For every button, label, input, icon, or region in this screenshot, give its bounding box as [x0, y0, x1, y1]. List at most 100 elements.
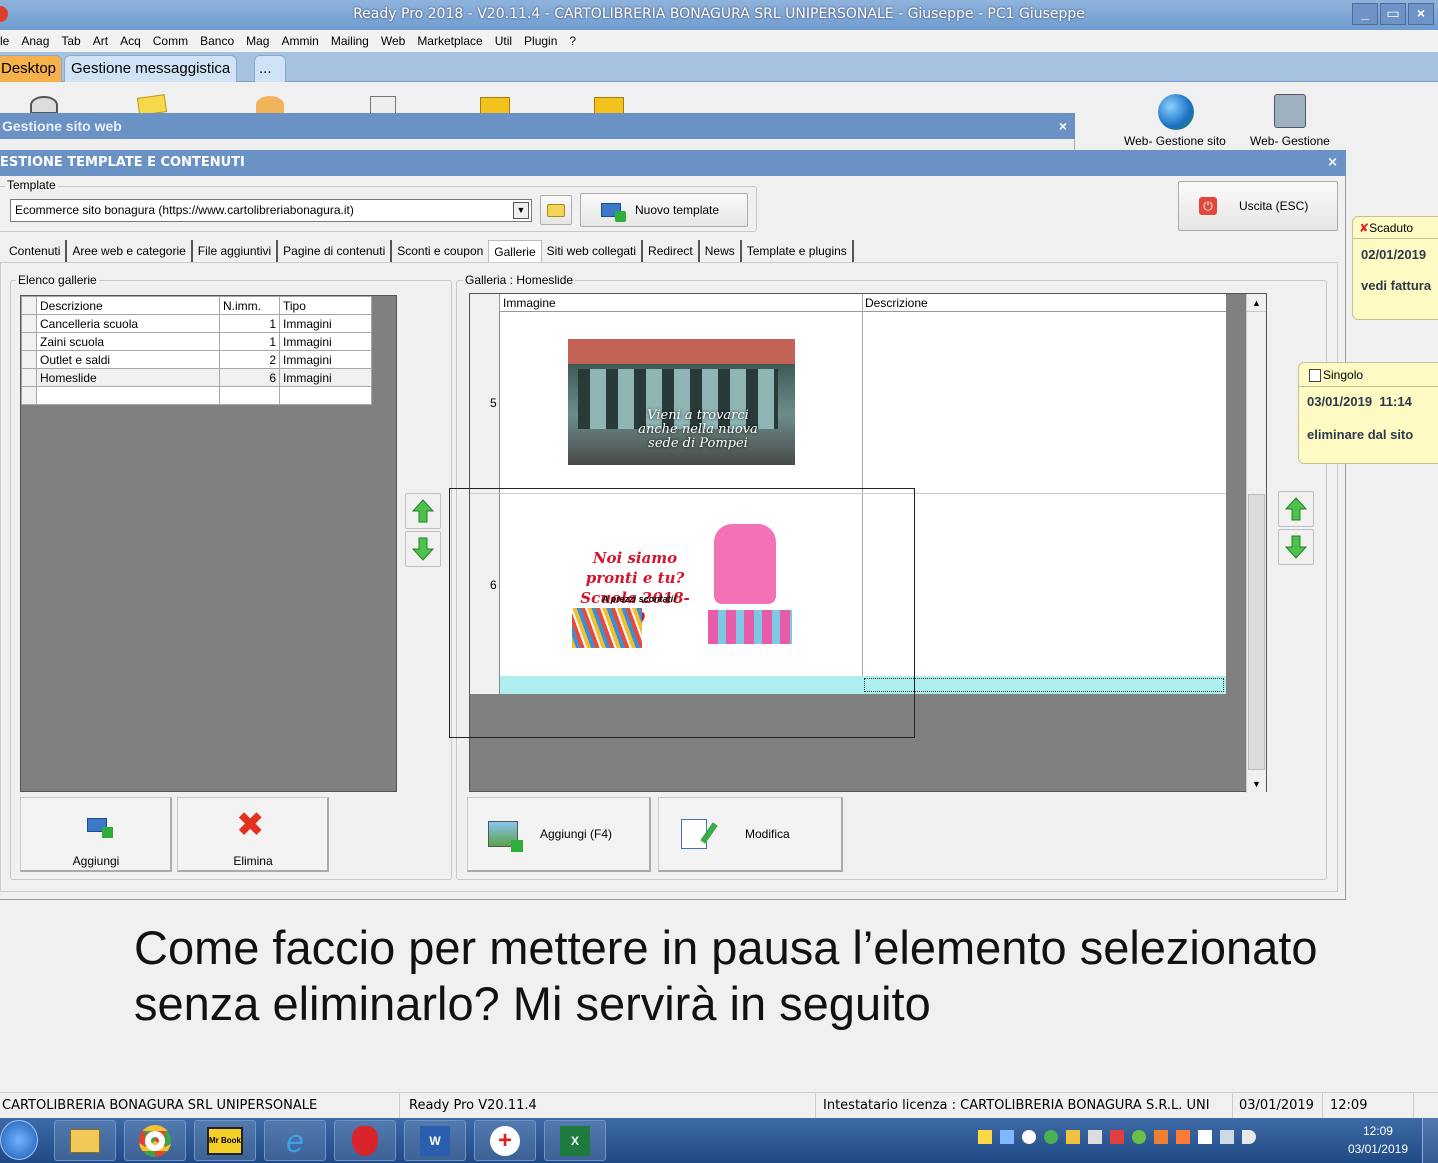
table-row[interactable]: 5 Vieni a trovarci anche nella nuova sed… — [470, 312, 1226, 494]
delete-gallery-button[interactable]: ✖ Elimina — [177, 797, 329, 872]
menu-item[interactable]: Web — [381, 34, 405, 48]
cell-type[interactable]: Immagini — [279, 350, 372, 369]
sticky-note[interactable]: ✘Scaduto 02/01/2019 vedi fattura — [1352, 216, 1438, 320]
show-desktop-button[interactable] — [1422, 1118, 1438, 1163]
menu-item[interactable]: ? — [569, 34, 576, 48]
tray-icon[interactable] — [1066, 1130, 1080, 1144]
globe-icon[interactable] — [1158, 94, 1194, 130]
tab-gallerie[interactable]: Gallerie — [488, 240, 542, 264]
menu-item[interactable]: Plugin — [524, 34, 557, 48]
tab-desktop[interactable]: Desktop — [0, 55, 62, 82]
open-folder-button[interactable] — [540, 195, 572, 225]
taskbar-chrome[interactable] — [124, 1120, 186, 1161]
network-icon[interactable] — [1220, 1130, 1234, 1144]
tray-icon[interactable] — [1110, 1130, 1124, 1144]
volume-icon[interactable] — [1242, 1130, 1256, 1144]
tray-icon[interactable] — [1176, 1130, 1190, 1144]
template-select[interactable]: Ecommerce sito bonagura (https://www.car… — [10, 199, 532, 222]
image-move-down-button[interactable] — [1278, 529, 1314, 565]
tab-news[interactable]: News — [700, 240, 742, 264]
list-icon[interactable] — [370, 96, 396, 114]
cell-type[interactable]: Immagini — [279, 368, 372, 387]
column-header[interactable]: Immagine — [503, 296, 556, 310]
menu-item[interactable]: Util — [495, 34, 512, 48]
tab-aree-web[interactable]: Aree web e categorie — [67, 240, 193, 264]
tray-icon[interactable] — [1132, 1130, 1146, 1144]
menu-item[interactable]: Acq — [120, 34, 141, 48]
user-icon[interactable] — [256, 96, 284, 114]
taskbar-excel[interactable]: X — [544, 1120, 606, 1161]
tab-contenuti[interactable]: Contenuti — [0, 240, 68, 264]
new-template-button[interactable]: Nuovo template — [580, 193, 748, 227]
tab-more[interactable]: ... — [254, 55, 286, 82]
move-down-button[interactable] — [405, 531, 441, 567]
tab-gestione-messaggistica[interactable]: Gestione messaggistica — [64, 55, 238, 82]
box-icon[interactable] — [594, 97, 624, 114]
move-up-button[interactable] — [405, 493, 441, 529]
close-icon[interactable]: × — [1327, 150, 1338, 176]
minimize-button[interactable]: _ — [1352, 3, 1378, 25]
menu-item[interactable]: Comm — [153, 34, 188, 48]
menu-item[interactable]: Marketplace — [417, 34, 482, 48]
menu-item[interactable]: Tab — [61, 34, 80, 48]
taskbar-strawberry[interactable] — [334, 1120, 396, 1161]
taskbar-mrbook[interactable]: Mr Book — [194, 1120, 256, 1161]
menu-item[interactable]: Art — [93, 34, 108, 48]
start-button[interactable] — [0, 1120, 38, 1160]
taskbar-clock[interactable]: 12:09 03/01/2019 — [1348, 1122, 1408, 1158]
menu-item[interactable]: le — [0, 34, 9, 48]
close-icon[interactable]: × — [1059, 113, 1067, 139]
cell-count[interactable]: 2 — [219, 350, 280, 369]
cell-name[interactable]: Zaini scuola — [36, 332, 220, 351]
image-move-up-button[interactable] — [1278, 491, 1314, 527]
tray-icon[interactable] — [1154, 1130, 1168, 1144]
menu-item[interactable]: Mag — [246, 34, 269, 48]
tab-sconti-coupon[interactable]: Sconti e coupon — [392, 240, 488, 264]
table-row-selected[interactable]: Homeslide 6 Immagini — [21, 368, 372, 387]
flag-icon[interactable] — [1198, 1130, 1212, 1144]
tab-redirect[interactable]: Redirect — [643, 240, 700, 264]
tab-pagine-contenuti[interactable]: Pagine di contenuti — [278, 240, 393, 264]
cell-type[interactable]: Immagini — [279, 332, 372, 351]
desktop-icon-label[interactable]: Web- Gestione sito — [1124, 134, 1226, 148]
tab-siti-collegati[interactable]: Siti web collegati — [542, 240, 644, 264]
taskbar-ie[interactable]: e — [264, 1120, 326, 1161]
taskbar-word[interactable]: W — [404, 1120, 466, 1161]
cell-count[interactable]: 1 — [219, 314, 280, 333]
cell-count[interactable]: 6 — [219, 368, 280, 387]
column-header[interactable]: N.imm. — [219, 296, 280, 315]
menu-item[interactable]: Anag — [21, 34, 49, 48]
tray-icon[interactable] — [1088, 1130, 1102, 1144]
column-header[interactable]: Descrizione — [36, 296, 220, 315]
desktop-icon-label[interactable]: Web- Gestione — [1250, 134, 1330, 148]
box-icon[interactable] — [480, 97, 510, 114]
menu-item[interactable]: Ammin — [281, 34, 318, 48]
scroll-up-icon[interactable]: ▲ — [1247, 294, 1266, 312]
storefront-image[interactable]: Vieni a trovarci anche nella nuova sede … — [568, 339, 795, 465]
scroll-down-icon[interactable]: ▼ — [1247, 775, 1266, 793]
tray-icon[interactable] — [978, 1130, 992, 1144]
table-row[interactable]: Cancelleria scuola 1 Immagini — [21, 314, 372, 333]
tray-icon[interactable] — [1044, 1130, 1058, 1144]
cell-name[interactable]: Homeslide — [36, 368, 220, 387]
cell-name[interactable]: Outlet e saldi — [36, 350, 220, 369]
clock-icon[interactable] — [30, 96, 58, 114]
menu-item[interactable]: Mailing — [331, 34, 369, 48]
taskbar-explorer[interactable] — [54, 1120, 116, 1161]
menu-item[interactable]: Banco — [200, 34, 234, 48]
edit-image-button[interactable]: Modifica — [658, 797, 843, 872]
table-row[interactable]: Zaini scuola 1 Immagini — [21, 332, 372, 351]
exit-button[interactable]: ⏻ Uscita (ESC) — [1178, 181, 1338, 231]
tray-icon[interactable] — [1000, 1130, 1014, 1144]
column-header[interactable]: Tipo — [279, 296, 372, 315]
cell-type[interactable]: Immagini — [279, 314, 372, 333]
vertical-scrollbar[interactable]: ▲ ▼ — [1246, 294, 1266, 793]
close-button[interactable]: × — [1408, 3, 1434, 25]
description-cell-focused[interactable] — [864, 678, 1224, 692]
maximize-button[interactable]: ▭ — [1380, 3, 1406, 25]
scroll-thumb[interactable] — [1248, 494, 1265, 770]
sticky-note[interactable]: Singolo 03/01/2019 11:14 eliminare dal s… — [1298, 362, 1438, 464]
table-row-empty[interactable] — [21, 386, 372, 405]
cart-icon[interactable] — [1274, 94, 1306, 128]
tab-file-aggiuntivi[interactable]: File aggiuntivi — [193, 240, 279, 264]
